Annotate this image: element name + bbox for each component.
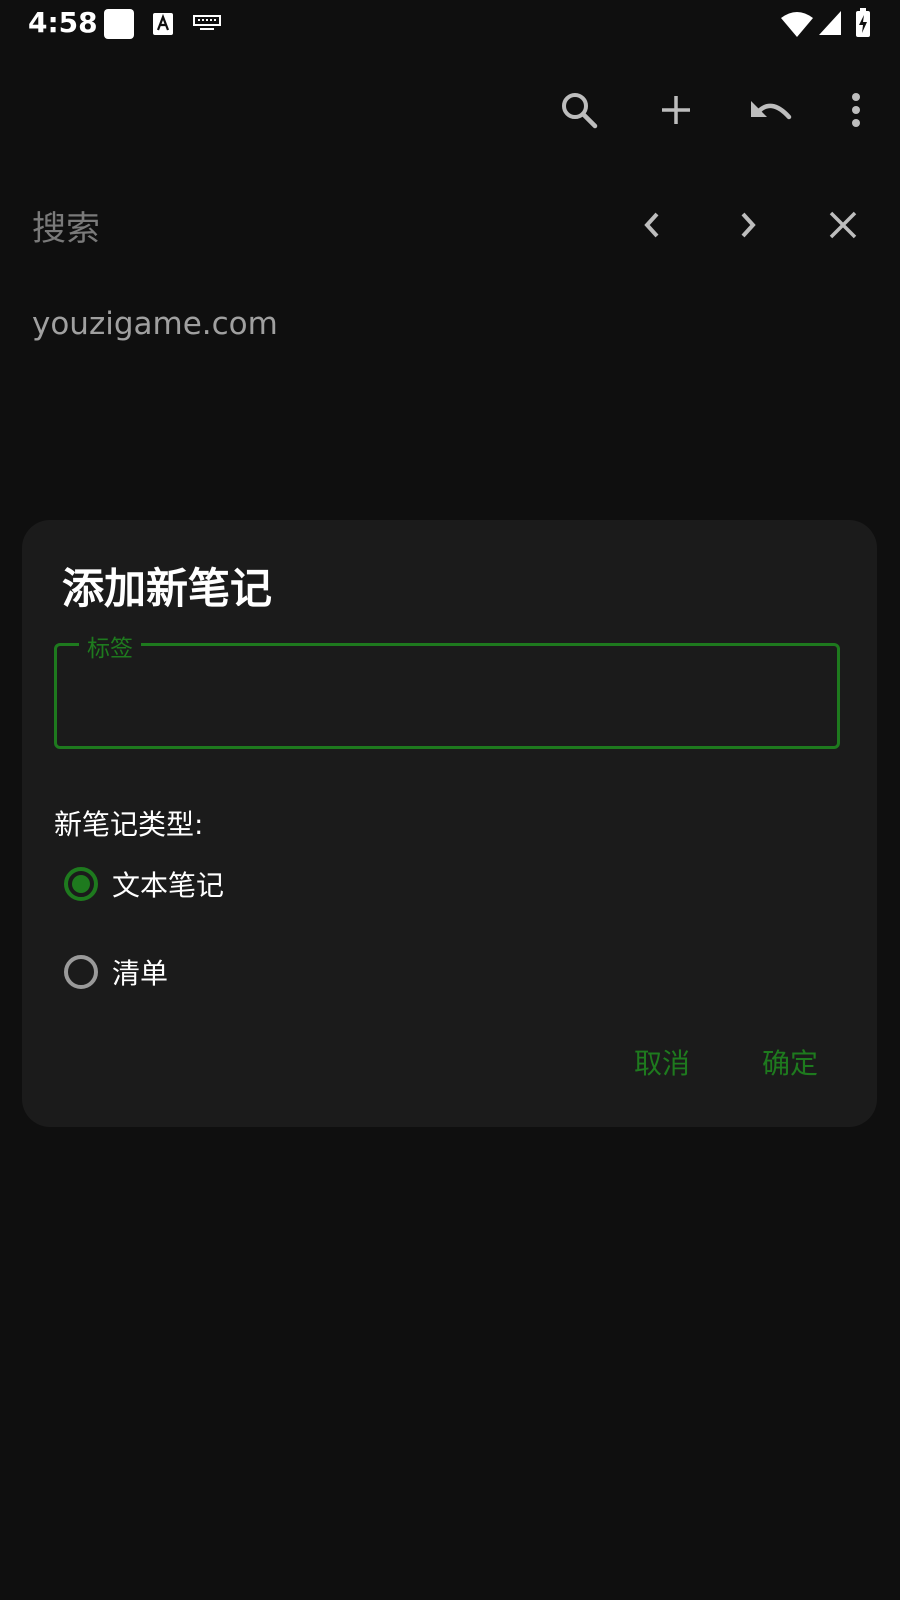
note-content[interactable]: youzigame.com — [32, 306, 278, 342]
undo-button[interactable] — [741, 70, 801, 150]
chevron-right-icon — [741, 212, 756, 238]
close-search-button[interactable] — [813, 195, 873, 255]
status-time: 4:58 — [28, 6, 98, 39]
app-toolbar — [0, 70, 900, 150]
search-icon — [562, 93, 598, 129]
more-vert-icon — [852, 93, 860, 127]
cancel-button[interactable]: 取消 — [634, 1042, 690, 1082]
label-input[interactable]: 标签 — [54, 629, 840, 749]
undo-icon — [751, 101, 792, 120]
note-type-label: 新笔记类型: — [54, 808, 204, 841]
signal-icon — [819, 11, 841, 35]
radio-unchecked-icon — [64, 955, 98, 989]
radio-checklist[interactable]: 清单 — [64, 942, 168, 1002]
ok-button[interactable]: 确定 — [762, 1042, 818, 1082]
dialog-title: 添加新笔记 — [62, 564, 273, 613]
label-field-caption: 标签 — [79, 629, 141, 663]
search-bar: 搜索 — [0, 185, 900, 265]
radio-text-note[interactable]: 文本笔记 — [64, 854, 224, 914]
search-button[interactable] — [549, 70, 609, 150]
white-square-icon — [104, 9, 134, 39]
radio-text-note-label: 文本笔记 — [112, 869, 225, 902]
previous-match-button[interactable] — [622, 195, 682, 255]
search-input[interactable]: 搜索 — [32, 201, 100, 250]
chevron-left-icon — [644, 212, 659, 238]
close-icon — [829, 211, 857, 239]
more-options-button[interactable] — [826, 70, 886, 150]
radio-checked-icon — [64, 867, 98, 901]
font-a-icon — [153, 13, 173, 35]
keyboard-icon — [193, 15, 221, 30]
radio-checklist-label: 清单 — [112, 957, 169, 990]
next-match-button[interactable] — [718, 195, 778, 255]
wifi-icon — [781, 12, 813, 37]
plus-icon — [662, 96, 690, 124]
status-bar: 4:58 — [0, 0, 900, 50]
battery-charging-icon — [856, 8, 870, 37]
add-note-dialog: 添加新笔记 标签 新笔记类型: 文本笔记 清单 取消 确定 — [22, 520, 877, 1127]
add-note-button[interactable] — [646, 70, 706, 150]
